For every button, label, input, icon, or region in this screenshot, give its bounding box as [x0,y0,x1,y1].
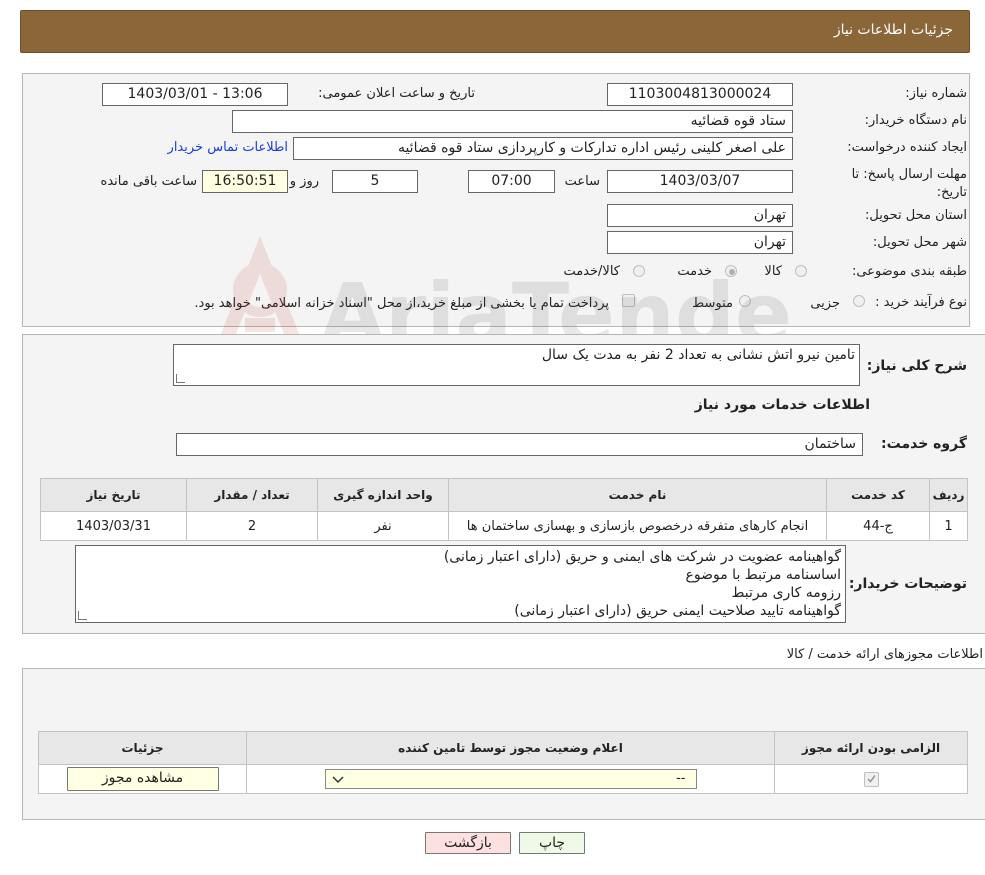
remaining-time-field: 16:50:51 [202,170,288,193]
buyer-notes-textarea: گواهینامه عضویت در شرکت های ایمنی و حریق… [75,545,846,623]
col-qty: تعداد / مقدار [186,478,318,512]
back-button[interactable]: بازگشت [425,832,511,854]
category-radio-goods[interactable] [795,265,807,277]
buyer-note-line: گواهینامه تایید صلاحیت ایمنی حریق (دارای… [514,603,841,619]
need-number-field: 1103004813000024 [607,83,793,106]
service-group-field: ساختمان [176,433,863,456]
days-label: روز و [289,174,319,189]
print-button[interactable]: چاپ [519,832,585,854]
treasury-checkbox[interactable] [622,294,635,307]
row-date: 1403/03/31 [40,511,187,541]
deadline-time-field: 07:00 [468,170,555,193]
buyer-note-line: رزومه کاری مرتبط [731,585,841,601]
permit-status-select[interactable]: -- [324,769,697,789]
col-permit-status: اعلام وضعیت مجوز توسط تامین کننده [246,731,775,765]
col-row: ردیف [929,478,968,512]
province-field: تهران [607,204,793,227]
creator-label: ایجاد کننده درخواست: [847,140,967,155]
deadline-time-label: ساعت [564,174,600,189]
purchase-medium-label: متوسط [692,296,733,311]
category-service-label: خدمت [677,264,712,279]
col-permit-required: الزامی بودن ارائه مجوز [774,731,968,765]
category-radio-goods-service[interactable] [633,265,645,277]
row-code: ج-44 [826,511,930,541]
purchase-radio-medium[interactable] [739,295,751,307]
resize-grip-icon[interactable] [176,374,185,383]
table-row: -- مشاهده مجوز [38,764,968,794]
category-goods-label: کالا [764,264,782,279]
col-date: تاریخ نیاز [40,478,187,512]
services-table: ردیف کد خدمت نام خدمت واحد اندازه گیری ت… [40,478,968,541]
description-label: شرح کلی نیاز: [866,358,967,374]
buyer-note-line: اساسنامه مرتبط با موضوع [685,567,841,583]
city-field: تهران [607,231,793,254]
category-radio-service[interactable] [725,265,737,277]
permit-required-checkbox[interactable] [863,771,879,787]
province-label: استان محل تحویل: [865,208,967,223]
resize-grip-icon[interactable] [78,611,87,620]
services-title: اطلاعات خدمات مورد نیاز [694,397,870,413]
announce-date-field: 1403/03/01 - 13:06 [102,83,288,106]
buyer-contact-link[interactable]: اطلاعات تماس خریدار [168,140,288,155]
treasury-note: پرداخت تمام یا بخشی از مبلغ خرید،از محل … [194,296,609,311]
permits-table: الزامی بودن ارائه مجوز اعلام وضعیت مجوز … [38,731,968,794]
buyer-org-field: ستاد قوه قضائیه [232,110,793,133]
row-index: 1 [929,511,968,541]
remaining-days-field: 5 [332,170,418,193]
col-permit-details: جزئیات [38,731,247,765]
purchase-radio-minor[interactable] [853,295,865,307]
buyer-note-line: گواهینامه عضویت در شرکت های ایمنی و حریق… [443,549,841,565]
row-qty: 2 [186,511,318,541]
category-goods-service-label: کالا/خدمت [563,264,620,279]
permit-status-cell: -- [246,764,775,794]
description-textarea: تامین نیرو اتش نشانی به تعداد 2 نفر به م… [173,344,860,386]
creator-field: علی اصغر کلینی رئیس اداره تدارکات و کارپ… [293,137,793,160]
permits-title: اطلاعات مجوزهای ارائه خدمت / کالا [786,647,983,662]
view-permit-button[interactable]: مشاهده مجوز [66,767,219,791]
description-text: تامین نیرو اتش نشانی به تعداد 2 نفر به م… [541,347,855,363]
table-row: 1 ج-44 انجام کارهای متفرقه درخصوص بازساز… [40,511,968,541]
row-unit: نفر [317,511,449,541]
city-label: شهر محل تحویل: [872,235,967,250]
services-table-header: ردیف کد خدمت نام خدمت واحد اندازه گیری ت… [40,478,968,512]
deadline-date-field: 1403/03/07 [607,170,793,193]
chevron-down-icon [331,776,344,784]
permit-status-value: -- [676,771,686,786]
buyer-org-label: نام دستگاه خریدار: [864,113,967,128]
purchase-type-label: نوع فرآیند خرید : [875,295,967,310]
col-code: کد خدمت [826,478,930,512]
permit-details-cell: مشاهده مجوز [38,764,247,794]
permits-table-header: الزامی بودن ارائه مجوز اعلام وضعیت مجوز … [38,731,968,765]
page-header: جزئیات اطلاعات نیاز [20,10,970,53]
col-unit: واحد اندازه گیری [317,478,449,512]
page-title: جزئیات اطلاعات نیاز [833,22,953,38]
permit-required-cell [774,764,968,794]
purchase-minor-label: جزیی [810,296,840,311]
row-service-name: انجام کارهای متفرقه درخصوص بازسازی و بهس… [448,511,827,541]
announce-date-label: تاریخ و ساعت اعلان عمومی: [318,86,475,101]
check-icon [866,774,876,783]
remaining-time-label: ساعت باقی مانده [100,174,197,189]
deadline-label: مهلت ارسال پاسخ: تا تاریخ: [851,167,967,200]
category-label: طبقه بندی موضوعی: [851,264,967,279]
need-number-label: شماره نیاز: [905,86,967,101]
service-group-label: گروه خدمت: [881,436,967,452]
buyer-notes-label: توضیحات خریدار: [848,576,967,592]
col-name: نام خدمت [448,478,827,512]
